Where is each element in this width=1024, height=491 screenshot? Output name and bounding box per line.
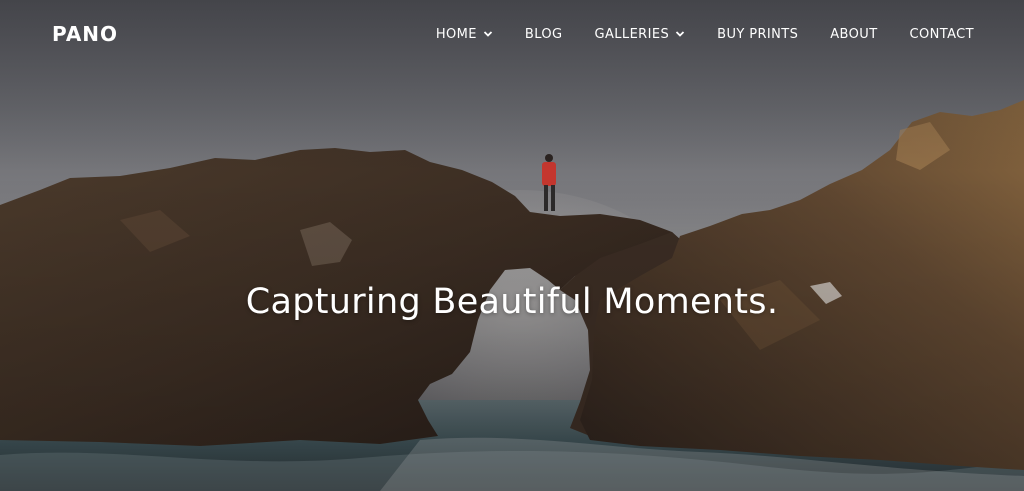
nav-item-label: GALLERIES [594, 26, 670, 42]
site-header: PANO HOME BLOG GALLERIES BUY PRINTS ABOU… [0, 0, 1024, 68]
nav-item-label: BLOG [524, 26, 563, 42]
hero-section [0, 0, 1024, 491]
nav-item-buy-prints[interactable]: BUY PRINTS [717, 27, 798, 42]
nav-item-contact[interactable]: CONTACT [910, 27, 974, 42]
nav-item-home[interactable]: HOME [436, 27, 493, 42]
nav-item-label: HOME [435, 26, 477, 42]
nav-item-label: CONTACT [909, 26, 974, 42]
chevron-down-icon [483, 29, 493, 39]
hero-overlay [0, 0, 1024, 491]
site-logo[interactable]: PANO [52, 22, 118, 46]
chevron-down-icon [675, 29, 685, 39]
nav-item-galleries[interactable]: GALLERIES [595, 27, 686, 42]
nav-item-label: BUY PRINTS [717, 26, 799, 42]
nav-item-label: ABOUT [830, 26, 878, 42]
hero-headline: Capturing Beautiful Moments. [245, 282, 779, 322]
nav-item-blog[interactable]: BLOG [525, 27, 563, 42]
nav-item-about[interactable]: ABOUT [830, 27, 877, 42]
main-nav: HOME BLOG GALLERIES BUY PRINTS ABOUT CON… [436, 27, 974, 42]
